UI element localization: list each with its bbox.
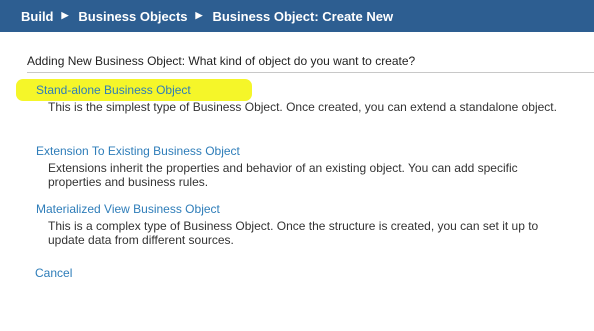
breadcrumb-separator-icon: ▶ xyxy=(195,9,203,20)
extension-description: Extensions inherit the properties and be… xyxy=(48,161,518,189)
breadcrumb-current-page: Business Object: Create New xyxy=(212,8,394,24)
divider xyxy=(27,72,594,73)
page-question: Adding New Business Object: What kind of… xyxy=(27,54,416,68)
cancel-link[interactable]: Cancel xyxy=(35,266,72,281)
materialized-view-business-object-link[interactable]: Materialized View Business Object xyxy=(36,202,220,217)
standalone-business-object-link[interactable]: Stand-alone Business Object xyxy=(36,83,191,98)
breadcrumb-business-objects-link[interactable]: Business Objects xyxy=(78,9,187,24)
create-business-object-page: Build ▶ Business Objects ▶ Business Obje… xyxy=(0,0,594,331)
materialized-view-description: This is a complex type of Business Objec… xyxy=(48,219,539,247)
breadcrumb-separator-icon: ▶ xyxy=(61,9,69,20)
breadcrumb-build-link[interactable]: Build xyxy=(21,9,54,24)
breadcrumb: Build ▶ Business Objects ▶ Business Obje… xyxy=(0,0,594,32)
extension-business-object-link[interactable]: Extension To Existing Business Object xyxy=(36,144,240,159)
standalone-description: This is the simplest type of Business Ob… xyxy=(48,100,557,114)
